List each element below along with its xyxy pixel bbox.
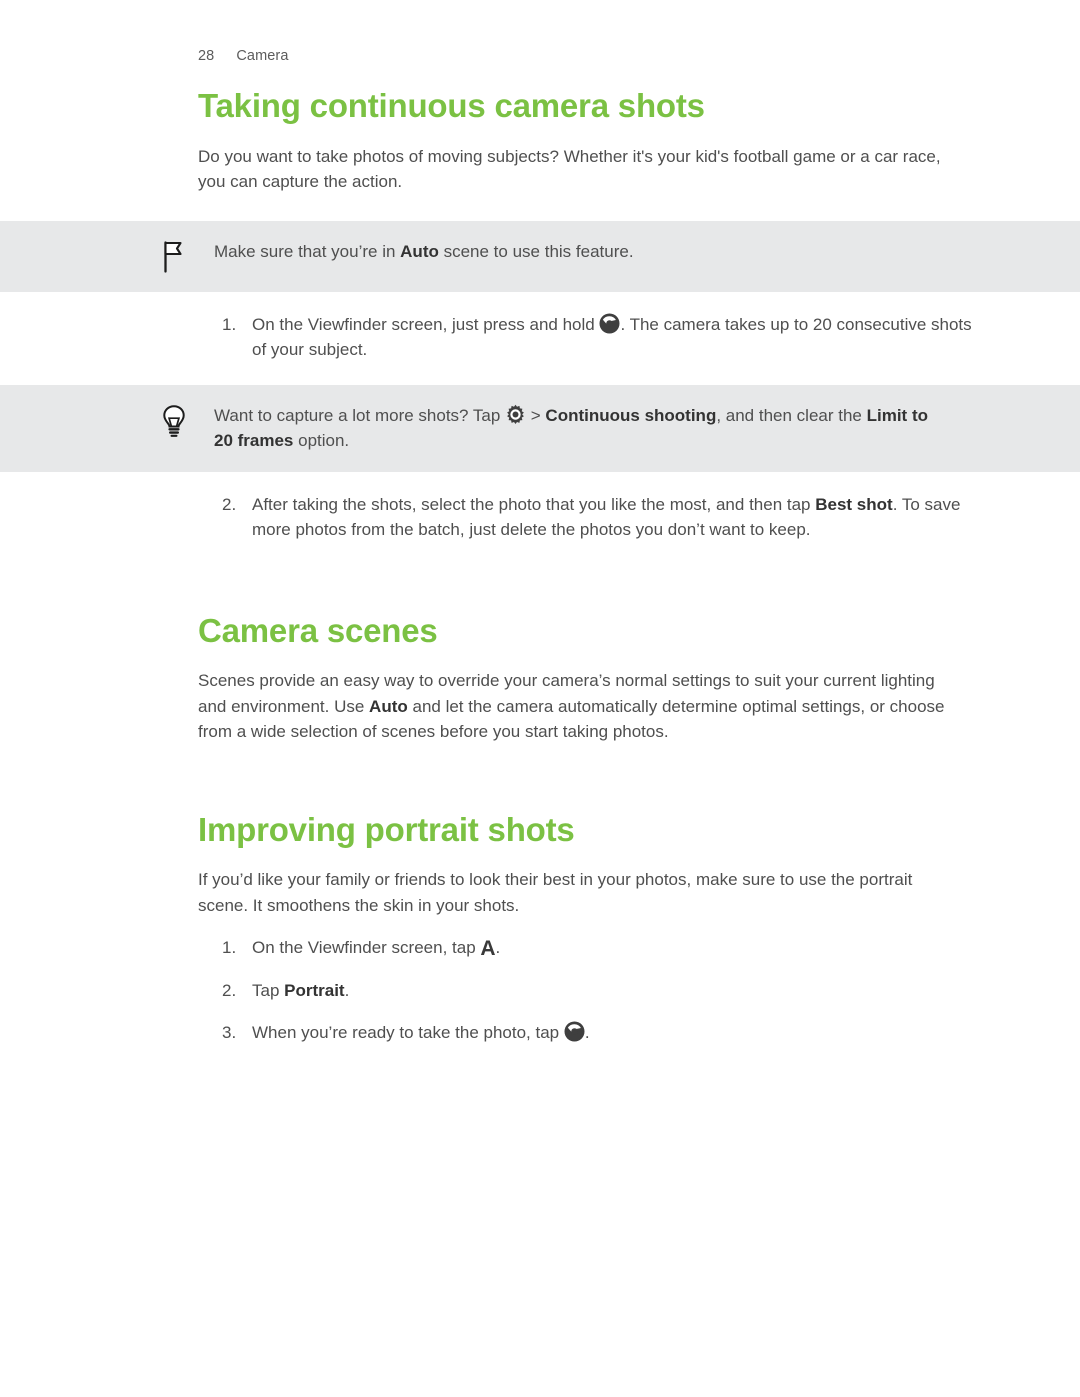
step-text-part1: Tap (252, 980, 285, 1000)
step-text-part2: . (495, 938, 501, 958)
tip-text-part2: > (526, 405, 546, 425)
list-item: 1. On the Viewfinder screen, just press a… (0, 312, 1080, 363)
lightbulb-icon (150, 403, 198, 442)
page-header: 28 Camera (198, 48, 289, 64)
page-number: 28 (198, 48, 215, 64)
page-content: Taking continuous camera shots Do you wa… (0, 84, 1080, 1046)
step-text-part2: . (584, 1023, 590, 1043)
list-item: 2. After taking the shots, select the pho… (0, 492, 1080, 543)
section-taking-continuous-camera-shots: Taking continuous camera shots (0, 84, 1080, 126)
list-item: 1. On the Viewfinder screen, tap A. (0, 935, 1080, 961)
section-camera-scenes: Camera scenes (0, 543, 1080, 651)
step-text-part1: On the Viewfinder screen, tap (252, 938, 481, 958)
page-title: Taking continuous camera shots (198, 87, 705, 124)
intro-paragraph-scenes: Scenes provide an easy way to override y… (0, 650, 1080, 745)
list-item: 2. Tap Portrait. (0, 978, 1080, 1004)
tip-callout: Want to capture a lot more shots? Tap > … (0, 384, 1080, 472)
chapter-name: Camera (236, 48, 289, 64)
auto-scene-a-icon: A (480, 937, 496, 961)
section-improving-portrait-shots: Improving portrait shots (0, 745, 1080, 850)
intro-paragraph-continuous: Do you want to take photos of moving sub… (198, 146, 941, 192)
step-number: 2. (222, 980, 237, 1000)
continuous-shots-step-list: 1. On the Viewfinder screen, just press a… (0, 312, 1080, 363)
tip-text-part3: , and then clear the (716, 405, 867, 425)
list-item: 3. When you’re ready to take the photo, t… (0, 1020, 1080, 1046)
flag-icon (150, 239, 198, 274)
page-title: Camera scenes (198, 611, 438, 649)
note-text-part2: scene to use this feature. (438, 241, 634, 261)
step-text-part2: . (344, 980, 350, 1000)
gear-icon (505, 404, 526, 425)
step-number: 2. (222, 494, 237, 514)
note-callout-text: Make sure that you’re in Auto scene to u… (198, 239, 634, 265)
portrait-step-list: 1. On the Viewfinder screen, tap A. 2. Tap… (0, 935, 1080, 1046)
scenes-text-bold: Auto (369, 696, 408, 716)
shutter-icon (564, 1021, 585, 1042)
step-text-part1: When you’re ready to take the photo, tap (252, 1023, 564, 1043)
tip-text-bold1: Continuous shooting (545, 405, 717, 425)
tip-text-part1: Want to capture a lot more shots? Tap (214, 405, 506, 425)
note-text-part1: Make sure that you’re in (214, 241, 401, 261)
step-text-bold: Portrait (284, 980, 345, 1000)
step-number: 3. (222, 1023, 237, 1043)
document-page: 28 Camera Taking continuous camera shots … (0, 0, 1080, 1397)
shutter-icon (599, 313, 620, 334)
step-number: 1. (222, 314, 237, 334)
continuous-shots-step-list-2: 2. After taking the shots, select the pho… (0, 492, 1080, 543)
tip-callout-text: Want to capture a lot more shots? Tap > … (198, 403, 934, 454)
note-text-bold: Auto (400, 241, 439, 261)
step-text-part1: After taking the shots, select the photo… (252, 494, 816, 514)
tip-text-part4: option. (293, 431, 350, 451)
step-number: 1. (222, 938, 237, 958)
page-title: Improving portrait shots (198, 810, 575, 848)
note-callout: Make sure that you’re in Auto scene to u… (0, 220, 1080, 292)
step-text-bold: Best shot (815, 494, 893, 514)
step-text-part1: On the Viewfinder screen, just press and… (252, 314, 600, 334)
intro-paragraph-portrait: If you’d like your family or friends to … (198, 870, 913, 915)
